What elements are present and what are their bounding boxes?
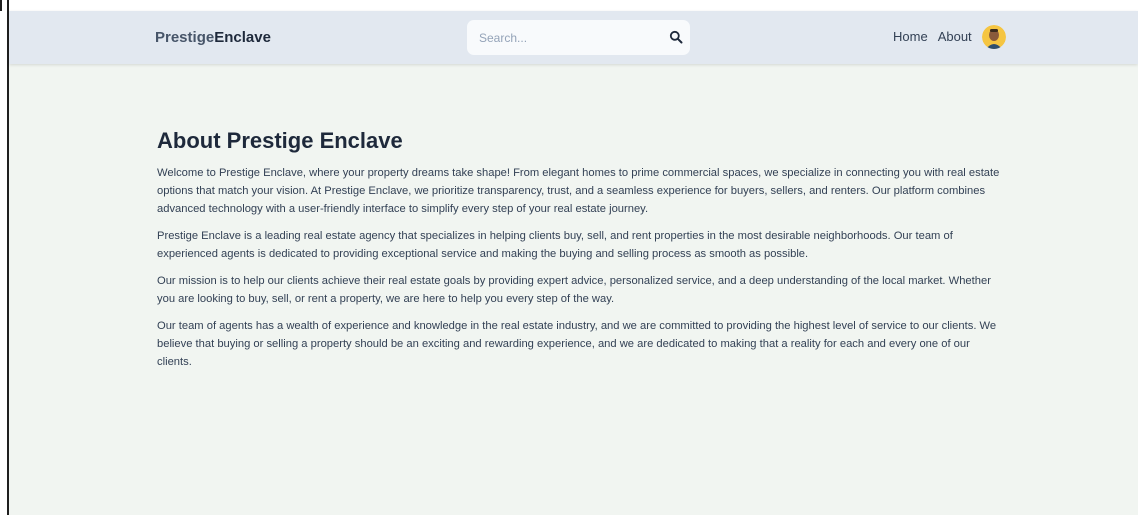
- about-paragraph-3: Our mission is to help our clients achie…: [157, 275, 991, 305]
- about-section: About Prestige Enclave Welcome to Presti…: [157, 128, 1007, 380]
- navbar: PrestigeEnclave Home About: [9, 11, 1138, 64]
- search-icon[interactable]: [669, 30, 683, 44]
- nav-link-about[interactable]: About: [938, 29, 972, 44]
- brand-logo[interactable]: PrestigeEnclave: [155, 29, 271, 46]
- nav-link-home[interactable]: Home: [893, 29, 928, 44]
- search-input[interactable]: [477, 28, 661, 48]
- brand-prefix: Prestige: [155, 29, 215, 46]
- search-box: [467, 20, 690, 55]
- about-paragraph-1: Welcome to Prestige Enclave, where your …: [157, 167, 1000, 215]
- page-title: About Prestige Enclave: [157, 128, 403, 153]
- about-paragraph-4: Our team of agents has a wealth of exper…: [157, 320, 997, 368]
- nav-links: Home About: [893, 29, 982, 44]
- about-paragraph-2: Prestige Enclave is a leading real estat…: [157, 230, 953, 260]
- brand-suffix: Enclave: [214, 29, 271, 46]
- user-avatar-icon[interactable]: [982, 25, 1006, 49]
- page-viewport: PrestigeEnclave HomeAbout About Pr: [9, 11, 1138, 515]
- window-frame-top: [0, 0, 11, 11]
